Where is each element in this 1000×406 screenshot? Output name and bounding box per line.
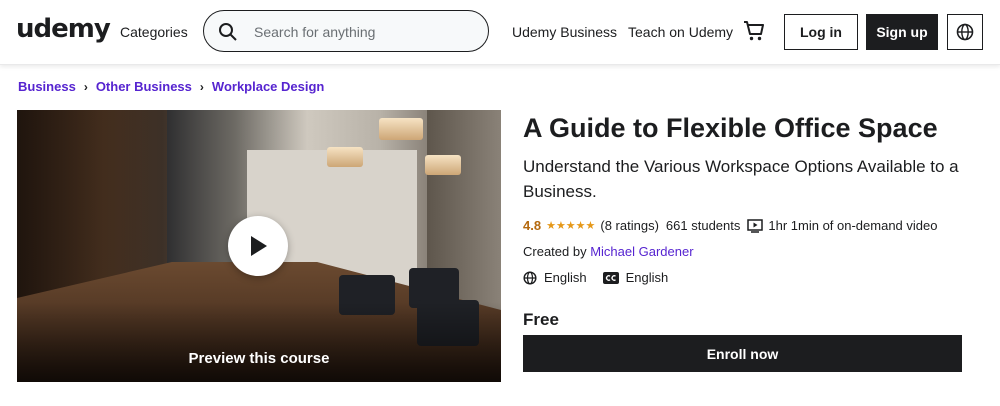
pendant-lamp xyxy=(379,118,423,140)
globe-icon xyxy=(956,23,974,41)
created-by: Created by Michael Gardener xyxy=(523,244,694,259)
language-text: English xyxy=(544,270,587,285)
udemy-logo[interactable]: udemy xyxy=(16,14,111,44)
rating-count[interactable]: (8 ratings) xyxy=(600,218,659,233)
preview-shade xyxy=(17,302,501,382)
udemy-business-link[interactable]: Udemy Business xyxy=(512,24,617,40)
categories-link[interactable]: Categories xyxy=(120,24,188,40)
rating-value: 4.8 xyxy=(523,218,542,233)
preview-course-label[interactable]: Preview this course xyxy=(17,350,501,367)
breadcrumb-workplace-design[interactable]: Workplace Design xyxy=(212,79,324,94)
course-captions: English xyxy=(602,270,669,285)
search-bar[interactable] xyxy=(203,10,489,52)
course-language: English xyxy=(523,270,587,285)
breadcrumb-other-business[interactable]: Other Business xyxy=(96,79,192,94)
enroll-now-button[interactable]: Enroll now xyxy=(523,335,962,372)
top-nav: udemy Categories Udemy Business Teach on… xyxy=(0,0,1000,65)
pendant-lamp xyxy=(327,147,363,167)
search-input[interactable] xyxy=(252,21,476,43)
star-rating-icon: ★★★★★ xyxy=(546,220,596,232)
language-row: English English xyxy=(523,270,684,285)
breadcrumb-business[interactable]: Business xyxy=(18,79,76,94)
cart-icon[interactable] xyxy=(743,20,765,47)
chevron-right-icon: › xyxy=(83,79,88,94)
chevron-right-icon: › xyxy=(199,79,204,94)
course-title: A Guide to Flexible Office Space xyxy=(523,113,938,143)
login-button[interactable]: Log in xyxy=(784,14,858,50)
globe-icon xyxy=(523,270,537,285)
breadcrumb: Business › Other Business › Workplace De… xyxy=(18,79,324,94)
course-price: Free xyxy=(523,310,559,329)
instructor-link[interactable]: Michael Gardener xyxy=(590,244,693,259)
course-preview[interactable]: Preview this course xyxy=(17,110,501,382)
video-icon xyxy=(747,218,764,233)
teach-on-udemy-link[interactable]: Teach on Udemy xyxy=(628,24,733,40)
student-count: 661 students xyxy=(665,218,741,233)
closed-captions-icon xyxy=(602,271,619,284)
signup-button[interactable]: Sign up xyxy=(866,14,938,50)
language-button[interactable] xyxy=(947,14,983,50)
search-icon[interactable] xyxy=(218,22,238,42)
captions-text: English xyxy=(625,270,669,285)
video-length: 1hr 1min of on-demand video xyxy=(768,218,938,233)
rating-row: 4.8 ★★★★★ (8 ratings) 661 students 1hr 1… xyxy=(523,218,937,233)
course-subtitle: Understand the Various Workspace Options… xyxy=(523,157,959,201)
play-icon[interactable] xyxy=(228,216,288,276)
pendant-lamp xyxy=(425,155,461,175)
created-by-label: Created by xyxy=(523,244,587,259)
